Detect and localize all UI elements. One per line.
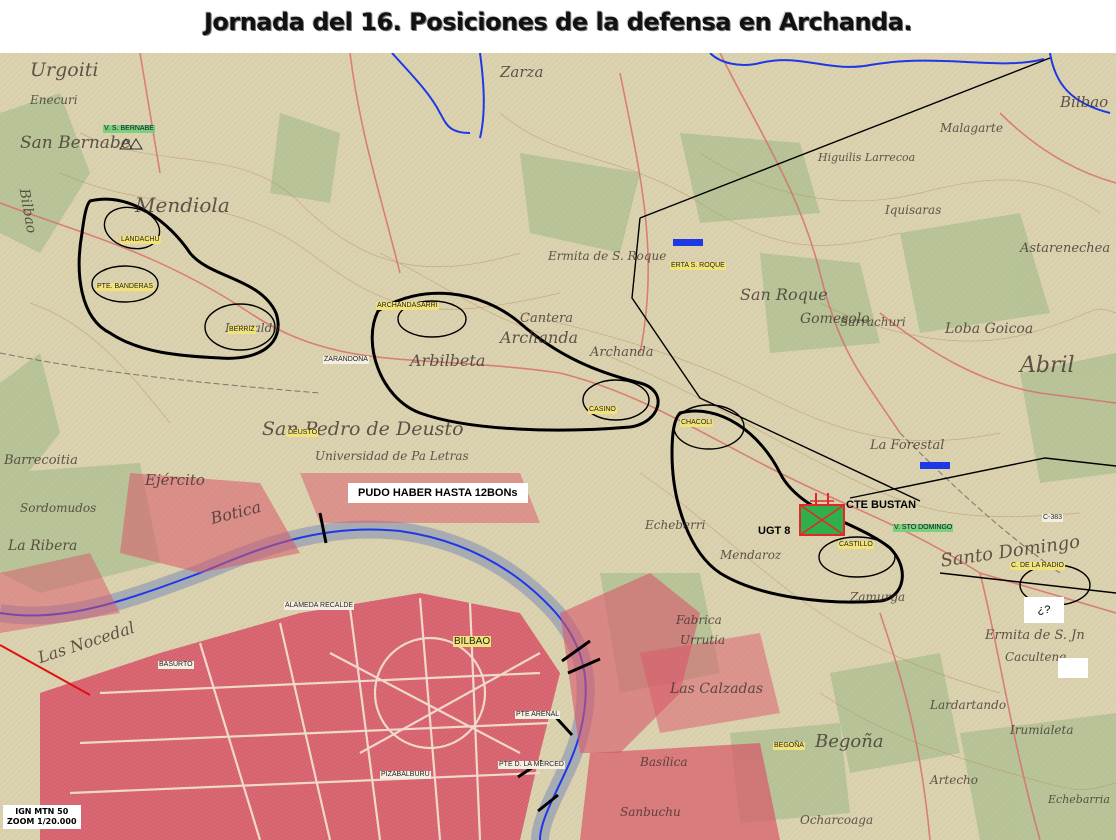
label-chacoli: CHACOLI bbox=[680, 419, 714, 427]
map-name-basilica: Basílica bbox=[640, 755, 688, 769]
label-archandasarri: ARCHANDASARRI bbox=[376, 302, 439, 310]
label-c-de-la-radio: C. DE LA RADIO bbox=[1010, 562, 1065, 570]
map-name-urrutia: Urrutia bbox=[680, 633, 726, 647]
map-name-ejercito: Ejército bbox=[145, 471, 205, 489]
label-pizabalburu: PIZABALBURU bbox=[380, 771, 431, 779]
map-name-urgoiti: Urgoiti bbox=[30, 59, 99, 81]
map-name-iquisaras: Iquisaras bbox=[885, 203, 942, 217]
map-name-echebarria: Echebarria bbox=[1048, 793, 1110, 806]
label-c383: C-383 bbox=[1042, 514, 1064, 522]
label-casino: CASINO bbox=[588, 406, 617, 414]
question-box: ¿? bbox=[1024, 597, 1064, 623]
scale-legend: IGN MTN 50 ZOOM 1/20.000 bbox=[3, 805, 81, 829]
map-name-bilbao-ne: Bilbao bbox=[1060, 93, 1109, 111]
map-name-higuilis: Higuilis Larrecoa bbox=[818, 151, 916, 164]
base-map bbox=[0, 53, 1116, 840]
map-name-begona: Begoña bbox=[815, 731, 884, 752]
scale-source: IGN MTN 50 bbox=[15, 807, 69, 816]
label-basurto: BASURTO bbox=[158, 661, 194, 669]
label-landachu: LANDACHU bbox=[120, 236, 161, 244]
label-bilbao: BILBAO bbox=[453, 636, 492, 647]
callout-battalions: PUDO HABER HASTA 12BONs bbox=[348, 483, 528, 503]
map-name-sordomudos: Sordomudos bbox=[20, 501, 97, 515]
map-name-irumialeta: Irumialeta bbox=[1010, 723, 1074, 737]
label-ugt8: UGT 8 bbox=[758, 525, 791, 537]
label-deusto: DEUSTO bbox=[287, 429, 319, 437]
map-name-universidad: Universidad de Pa Letras bbox=[315, 449, 469, 463]
label-v-s-bernabe: V. S. BERNABE bbox=[103, 125, 155, 133]
map-name-enecuri: Enecuri bbox=[30, 93, 78, 107]
label-begona: BEGOÑA bbox=[773, 742, 805, 750]
label-cte-bustan: CTE BUSTAN bbox=[846, 499, 917, 511]
label-pte-banderas: PTE. BANDERAS bbox=[96, 283, 155, 291]
label-berriz: BERRIZ bbox=[228, 326, 256, 334]
map-name-abril: Abril bbox=[1020, 353, 1075, 378]
map-name-sanbuchu: Sanbuchu bbox=[620, 805, 681, 819]
map-name-la-forestal: La Forestal bbox=[870, 438, 945, 453]
label-pte-merced: PTE D. LA MERCED bbox=[498, 761, 565, 769]
map-name-zarza: Zarza bbox=[500, 63, 544, 81]
map-name-malagarte: Malagarte bbox=[940, 121, 1003, 135]
map-name-sarrachuri: Sarrachuri bbox=[840, 315, 906, 329]
map-name-astarenechea: Astarenechea bbox=[1020, 241, 1111, 256]
map-name-la-ribera: La Ribera bbox=[8, 538, 78, 554]
map-name-echeberri: Echeberri bbox=[645, 518, 706, 532]
map-name-cantera: Cantera bbox=[520, 311, 573, 326]
blank-box bbox=[1058, 658, 1088, 678]
map-name-ermita-roque: Ermita de S. Roque bbox=[548, 249, 667, 263]
map-name-artecho: Artecho bbox=[930, 773, 978, 787]
map-area[interactable]: Urgoiti Enecuri San Bernabe Mendiola Bil… bbox=[0, 53, 1116, 840]
map-name-lardartando: Lardartando bbox=[930, 698, 1007, 712]
map-name-san-roque: San Roque bbox=[740, 285, 828, 304]
label-zarandona: ZARANDONA bbox=[323, 356, 369, 364]
label-erita-s-roque: ERTA S. ROQUE bbox=[670, 262, 726, 270]
map-name-mendaroz: Mendaroz bbox=[720, 548, 782, 562]
label-pte-arenal: PTE ARENAL bbox=[515, 711, 561, 719]
map-name-ocharcoaga: Ocharcoaga bbox=[800, 813, 874, 827]
map-name-mendiola: Mendiola bbox=[135, 193, 230, 217]
map-name-arbilbeta: Arbilbeta bbox=[410, 351, 486, 370]
map-name-san-bernabe: San Bernabe bbox=[20, 133, 131, 153]
map-name-loba-goicoa: Loba Goicoa bbox=[945, 321, 1034, 337]
label-alameda-recalde: ALAMEDA RECALDE bbox=[284, 602, 355, 610]
map-name-ermita-sjn: Ermita de S. Jn bbox=[985, 628, 1085, 643]
scale-zoom: ZOOM 1/20.000 bbox=[7, 817, 77, 826]
map-name-las-calzadas: Las Calzadas bbox=[670, 681, 764, 697]
map-title: Jornada del 16. Posiciones de la defensa… bbox=[203, 8, 913, 36]
map-name-zamurga: Zamurga bbox=[850, 590, 906, 604]
label-castillo: CASTILLO bbox=[838, 541, 874, 549]
label-v-sto-domingo: V. STO DOMINGO bbox=[893, 524, 954, 532]
map-name-barrecoitia: Barrecoitia bbox=[4, 453, 78, 468]
map-name-archanda: Archanda bbox=[500, 328, 579, 347]
map-name-fabrica: Fabrica bbox=[676, 613, 722, 627]
map-name-archanda-2: Archanda bbox=[590, 345, 654, 360]
